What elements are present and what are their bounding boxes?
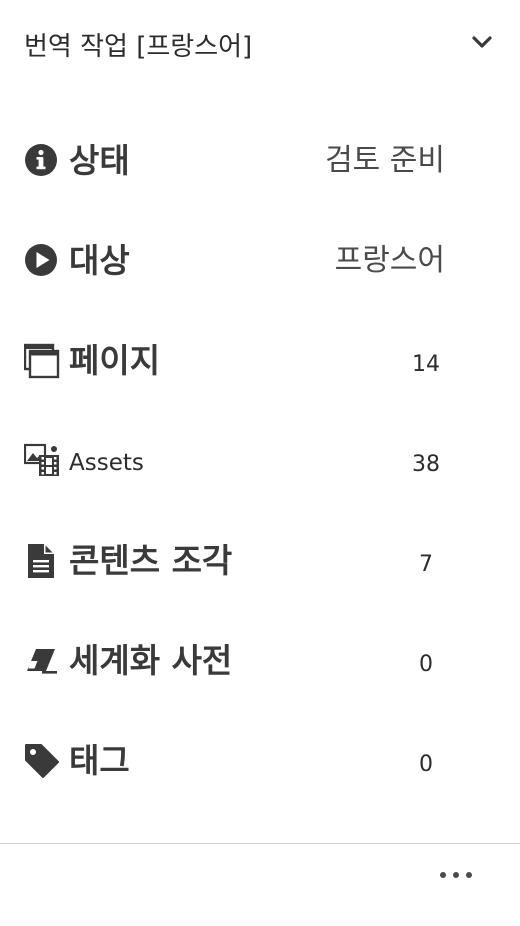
- row-target: 대상 프랑스어: [0, 210, 520, 310]
- job-details-list: 상태 검토 준비 대상 프랑스어 페이지 14 Assets 38 콘텐츠 조각…: [0, 110, 520, 810]
- row-i18n-dictionary: 세계화 사전 0: [0, 610, 520, 710]
- assets-icon: [24, 443, 60, 479]
- row-label-content-fragments: 콘텐츠 조각: [69, 541, 233, 580]
- row-label-status: 상태: [69, 141, 130, 180]
- row-value-tags: 0: [419, 752, 433, 777]
- panel-header: 번역 작업 [프랑스어]: [0, 0, 520, 96]
- row-label-i18n-dictionary: 세계화 사전: [69, 641, 233, 680]
- row-value-target: 프랑스어: [334, 243, 445, 278]
- more-actions-button[interactable]: [432, 860, 480, 890]
- collapse-button[interactable]: [462, 22, 502, 62]
- row-label-assets: Assets: [69, 450, 144, 476]
- play-icon: [24, 243, 60, 279]
- row-value-pages: 14: [412, 352, 440, 377]
- row-label-target: 대상: [69, 241, 130, 280]
- row-content-fragments: 콘텐츠 조각 7: [0, 510, 520, 610]
- row-value-assets: 38: [412, 452, 440, 477]
- row-label-tags: 태그: [69, 741, 130, 780]
- chevron-down-icon: [472, 36, 492, 48]
- info-icon: [24, 143, 60, 179]
- row-value-status: 검토 준비: [325, 143, 445, 178]
- panel-title: 번역 작업 [프랑스어]: [24, 32, 253, 62]
- eraser-icon: [24, 643, 60, 679]
- document-icon: [24, 543, 60, 579]
- row-label-pages: 페이지: [69, 341, 161, 380]
- row-tags: 태그 0: [0, 710, 520, 810]
- tag-icon: [24, 743, 60, 779]
- row-status: 상태 검토 준비: [0, 110, 520, 210]
- row-value-content-fragments: 7: [419, 552, 433, 577]
- footer-divider: [0, 843, 520, 844]
- row-value-i18n-dictionary: 0: [419, 652, 433, 677]
- row-pages: 페이지 14: [0, 310, 520, 410]
- pages-icon: [24, 343, 60, 379]
- row-assets: Assets 38: [0, 410, 520, 510]
